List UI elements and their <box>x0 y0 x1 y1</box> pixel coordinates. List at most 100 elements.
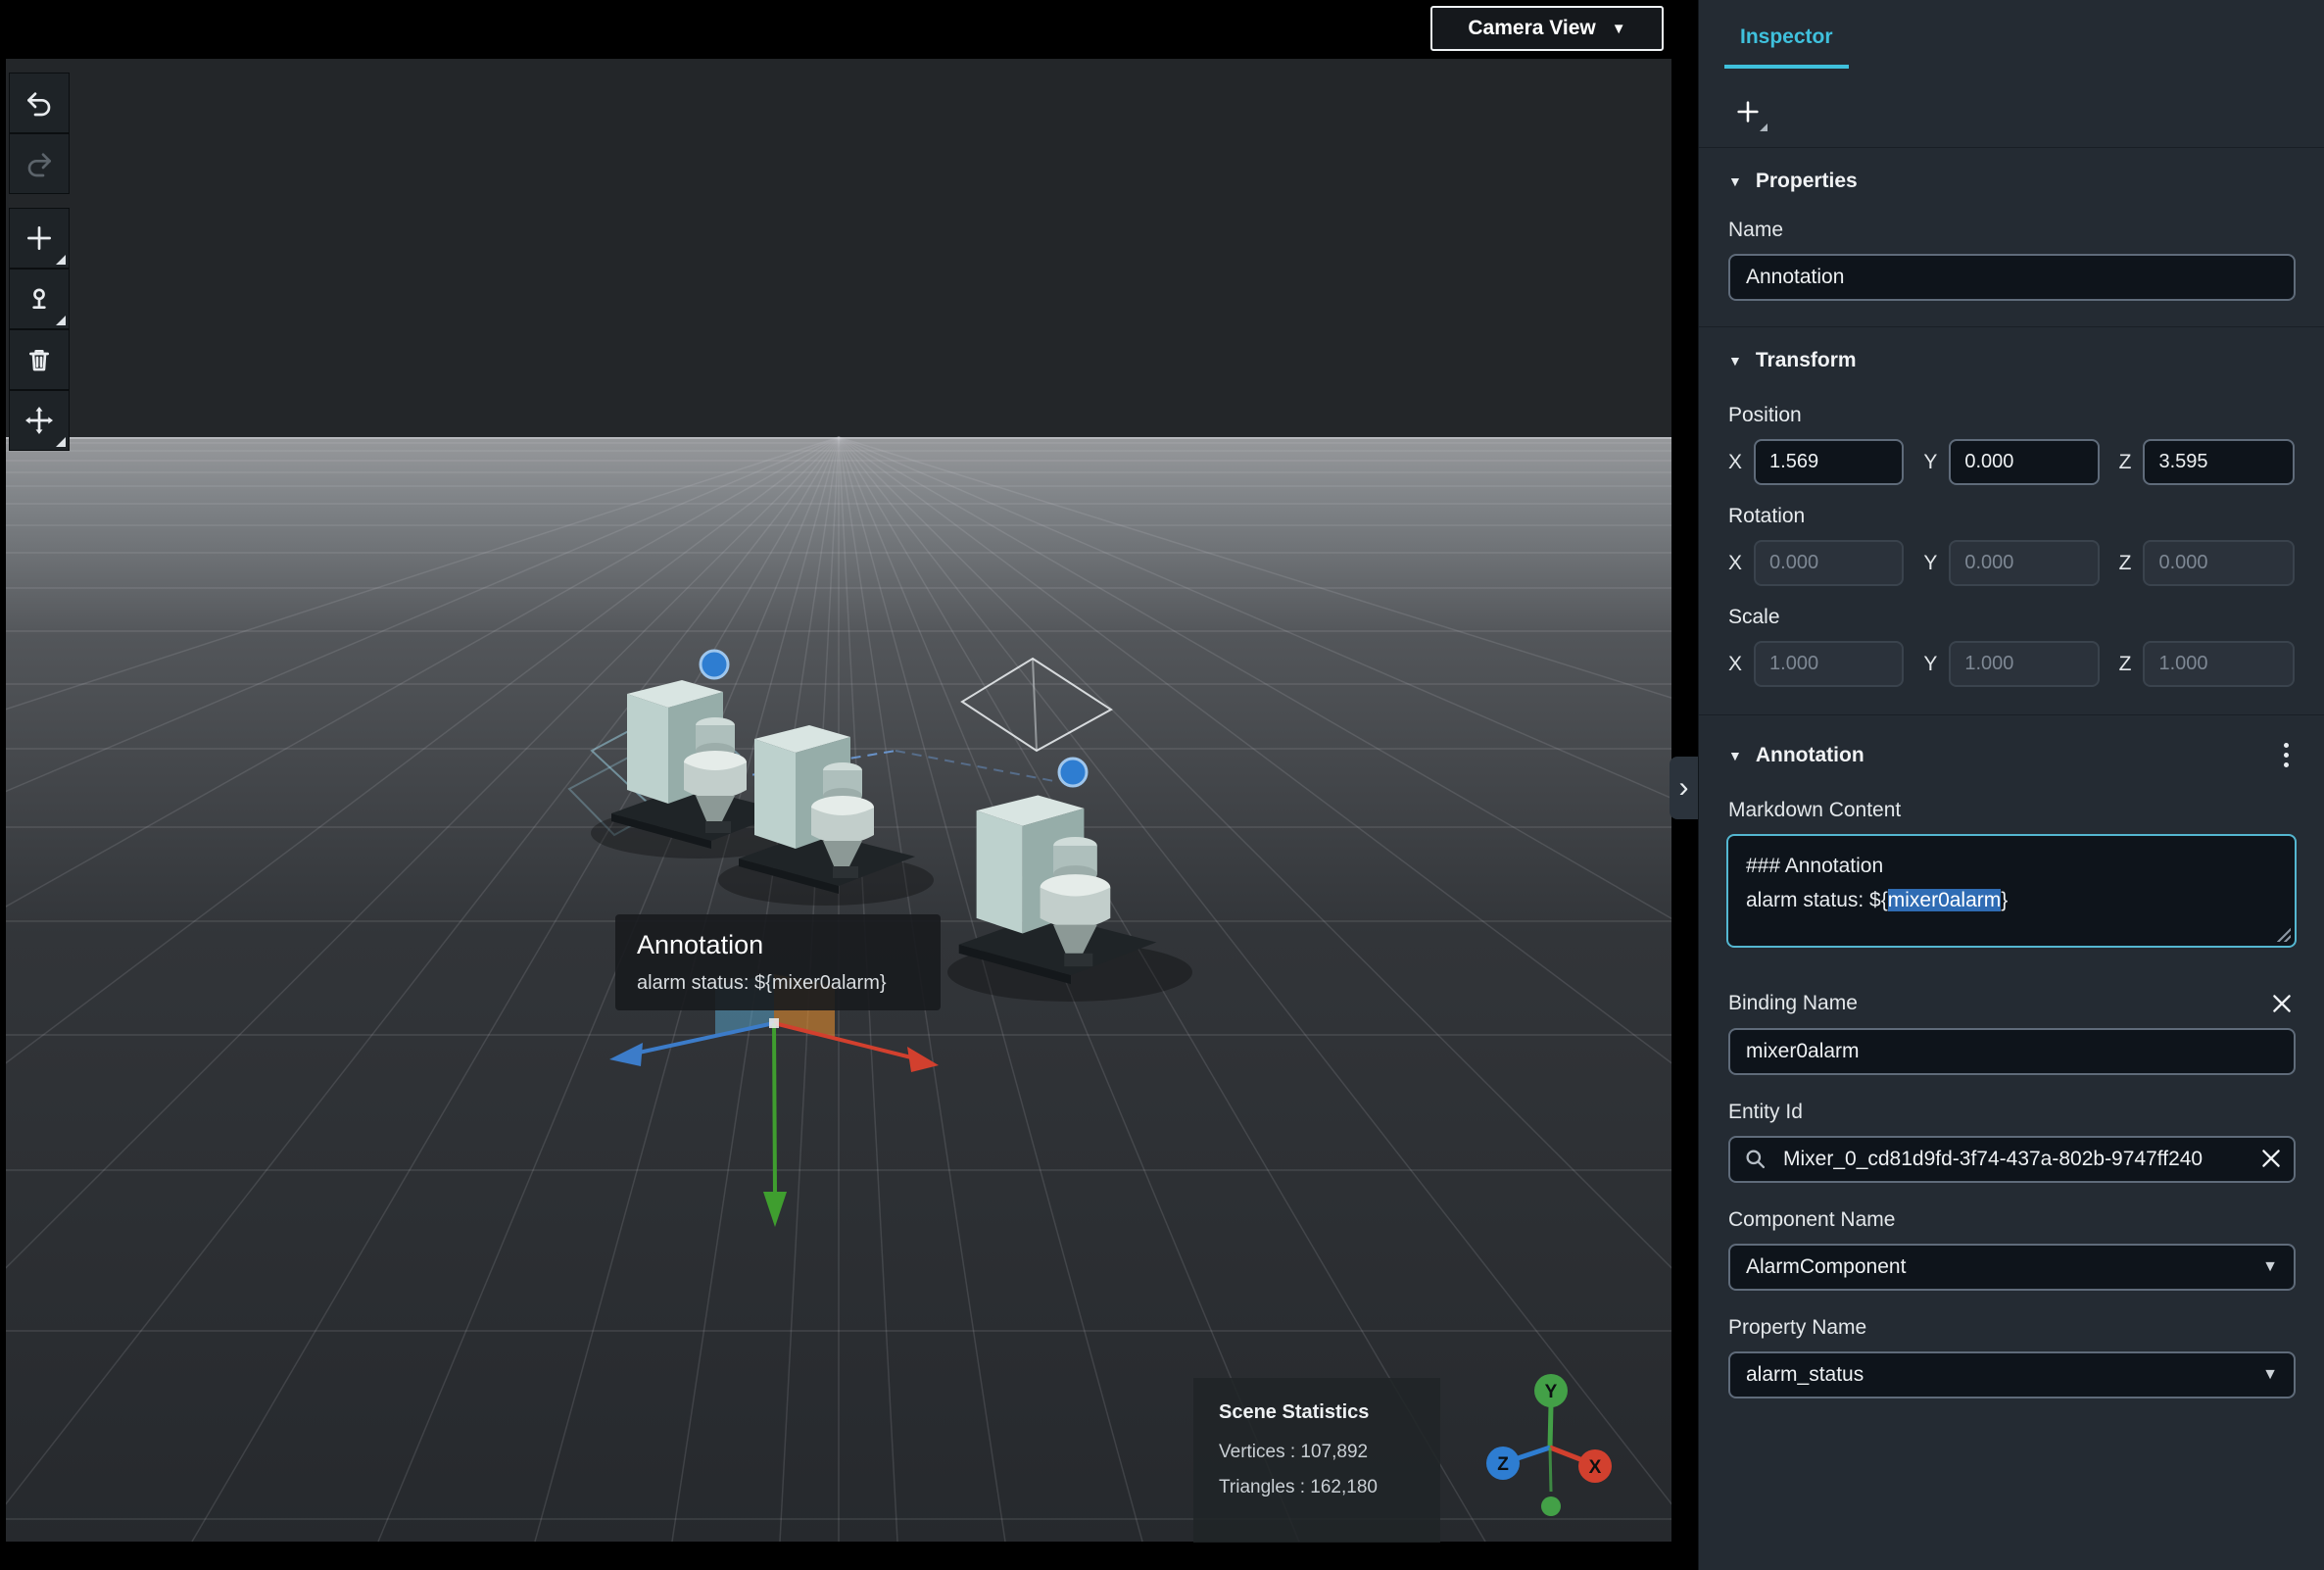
scale-y-input <box>1949 641 2100 687</box>
entity-id-input[interactable] <box>1728 1136 2296 1183</box>
axis-y-label: Y <box>1545 1382 1558 1402</box>
3d-viewport[interactable]: Y Z X <box>6 59 1671 1542</box>
scene-composer-app: Y Z X Annotation alarm status: ${mixer0a… <box>0 0 2324 1570</box>
markdown-content-label: Markdown Content <box>1728 799 1902 821</box>
undo-button[interactable] <box>9 73 70 133</box>
x-axis-label: X <box>1728 551 1743 574</box>
chevron-down-icon: ▼ <box>2262 1258 2278 1275</box>
delete-button[interactable] <box>9 329 70 390</box>
name-input[interactable] <box>1728 254 2296 301</box>
position-z-input[interactable] <box>2143 439 2295 485</box>
property-name-select[interactable]: alarm_status ▼ <box>1728 1351 2296 1398</box>
component-name-value: AlarmComponent <box>1746 1255 1907 1278</box>
z-axis-label: Z <box>2118 652 2132 675</box>
annotation-tooltip: Annotation alarm status: ${mixer0alarm} <box>615 914 941 1010</box>
rotation-y-input <box>1949 540 2100 586</box>
gizmo-x-axis[interactable] <box>773 1021 916 1060</box>
collapse-triangle-icon: ▼ <box>1728 353 1742 368</box>
move-tool-button[interactable] <box>9 390 70 451</box>
flyout-corner-icon <box>56 437 66 447</box>
flyout-corner-icon <box>56 255 66 265</box>
anchor-pin-icon <box>32 288 46 309</box>
y-axis-label: Y <box>1923 551 1938 574</box>
property-name-value: alarm_status <box>1746 1363 1864 1386</box>
annotation-handle-0[interactable] <box>699 649 730 680</box>
rotation-row: X Y Z <box>1728 540 2295 586</box>
x-axis-label: X <box>1728 450 1743 473</box>
binding-name-row: Binding Name <box>1728 991 2295 1016</box>
position-row: X Y Z <box>1728 439 2295 485</box>
add-component-button[interactable] <box>1728 92 1767 131</box>
position-y-input[interactable] <box>1949 439 2100 485</box>
gizmo-z-axis[interactable] <box>638 1021 775 1055</box>
x-axis-label: X <box>1728 652 1743 675</box>
kebab-menu-icon[interactable] <box>2278 737 2295 773</box>
z-axis-label: Z <box>2118 450 2132 473</box>
trash-icon <box>29 350 49 371</box>
resize-grip-icon[interactable] <box>2275 926 2291 942</box>
section-header-properties[interactable]: ▼ Properties <box>1699 148 2324 215</box>
position-label: Position <box>1728 404 1802 426</box>
rotation-z-input <box>2143 540 2295 586</box>
camera-view-button[interactable]: Camera View ▼ <box>1430 6 1664 51</box>
inspector-tab-row: Inspector <box>1699 0 2324 69</box>
annotation-tooltip-title: Annotation <box>637 930 764 959</box>
plus-icon <box>1737 101 1759 123</box>
inspector-collapse-button[interactable]: › <box>1670 757 1698 819</box>
section-title: Transform <box>1755 349 1857 371</box>
entity-id-label: Entity Id <box>1728 1101 1803 1123</box>
search-icon <box>1742 1146 1768 1177</box>
markdown-content-textarea[interactable]: ### Annotation alarm status: ${mixer0ala… <box>1726 834 2297 948</box>
redo-button[interactable] <box>9 133 70 194</box>
section-header-annotation[interactable]: ▼ Annotation <box>1699 714 2324 795</box>
add-anchor-button[interactable] <box>9 269 70 329</box>
inspector-toolbar <box>1699 69 2324 148</box>
annotation-tooltip-body: alarm status: ${mixer0alarm} <box>637 972 887 994</box>
position-x-input[interactable] <box>1754 439 1905 485</box>
rotation-x-input <box>1754 540 1905 586</box>
move-icon <box>25 407 53 434</box>
markdown-line-2: alarm status: ${mixer0alarm} <box>1746 888 2009 911</box>
undo-icon <box>27 92 51 117</box>
annotation-handle-1[interactable] <box>1057 757 1089 788</box>
orientation-gizmo[interactable]: Y Z X <box>1486 1374 1612 1516</box>
selected-text: mixer0alarm <box>1887 888 2002 911</box>
camera-view-label: Camera View <box>1468 17 1596 39</box>
viewport-toolbar <box>9 73 70 451</box>
clear-entity-id-button[interactable] <box>2258 1146 2284 1176</box>
scene-statistics-title: Scene Statistics <box>1219 1401 1370 1423</box>
inspector-panel: Inspector ▼ Properties Name ▼ Transform … <box>1698 0 2324 1570</box>
plus-icon <box>27 226 51 250</box>
axis-x-label: X <box>1589 1457 1602 1478</box>
collapse-triangle-icon: ▼ <box>1728 747 1742 763</box>
rotation-label: Rotation <box>1728 505 1806 527</box>
scene-canvas[interactable]: Y Z X <box>6 59 1671 1542</box>
markdown-line-1: ### Annotation <box>1746 855 1884 877</box>
component-name-label: Component Name <box>1728 1208 1896 1231</box>
section-header-transform[interactable]: ▼ Transform <box>1699 326 2324 394</box>
remove-binding-button[interactable] <box>2269 991 2295 1016</box>
close-icon <box>2273 995 2291 1012</box>
flyout-corner-icon <box>1760 123 1767 131</box>
chevron-down-icon: ▼ <box>2262 1366 2278 1383</box>
chevron-down-icon: ▼ <box>1611 20 1626 37</box>
transform-gizmo[interactable] <box>609 974 939 1227</box>
y-axis-label: Y <box>1923 450 1938 473</box>
binding-name-label: Binding Name <box>1728 992 1858 1014</box>
gizmo-y-axis[interactable] <box>772 1022 777 1195</box>
scale-label: Scale <box>1728 606 1780 628</box>
component-name-select[interactable]: AlarmComponent ▼ <box>1728 1244 2296 1291</box>
axis-neg-y-ball[interactable] <box>1541 1496 1561 1516</box>
collapse-triangle-icon: ▼ <box>1728 173 1742 189</box>
property-name-label: Property Name <box>1728 1316 1867 1339</box>
section-title: Annotation <box>1755 743 1864 766</box>
binding-name-input[interactable] <box>1728 1028 2296 1075</box>
section-title: Properties <box>1755 170 1858 192</box>
scene-statistics-panel: Scene Statistics Vertices : 107,892 Tria… <box>1193 1378 1440 1543</box>
scene-statistics-vertices: Vertices : 107,892 <box>1219 1442 1369 1462</box>
tab-inspector[interactable]: Inspector <box>1724 25 1849 69</box>
scene-statistics-triangles: Triangles : 162,180 <box>1219 1477 1378 1497</box>
scale-row: X Y Z <box>1728 641 2295 687</box>
add-object-button[interactable] <box>9 208 70 269</box>
scale-x-input <box>1754 641 1905 687</box>
